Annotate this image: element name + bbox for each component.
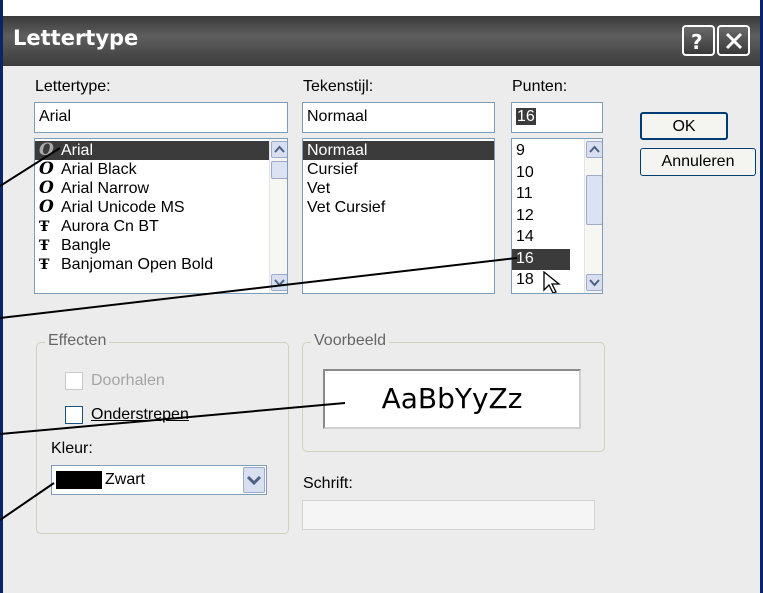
style-list-item[interactable]: Normaal [303, 141, 494, 160]
style-list-item[interactable]: Vet [303, 179, 494, 198]
strikethrough-label: Doorhalen [91, 372, 165, 389]
dialog-client: Lettertype: Arial O Arial O Arial Black OA… [3, 66, 760, 593]
opentype-icon: O [39, 178, 54, 198]
style-list-item[interactable]: Vet Cursief [303, 198, 494, 217]
scroll-thumb[interactable] [586, 175, 602, 225]
size-list-scrollbar[interactable] [584, 139, 602, 293]
scroll-up-button[interactable] [586, 141, 602, 158]
color-label: Kleur: [51, 440, 93, 457]
dialog-title: Lettertype [13, 26, 139, 50]
font-list-scrollbar[interactable] [269, 139, 287, 293]
style-input[interactable]: Normaal [302, 102, 495, 133]
script-label: Schrift: [303, 475, 353, 492]
font-list-item[interactable]: O Arial Unicode MS [35, 198, 287, 217]
color-select[interactable]: Zwart [51, 465, 267, 495]
truetype-icon: Ŧ [39, 238, 50, 254]
preview-sample: AaBbYyZz [323, 369, 581, 429]
script-select[interactable] [302, 500, 595, 530]
chevron-down-icon [246, 475, 262, 486]
size-list[interactable]: 9 10 11 12 14 16 18 [511, 138, 603, 294]
font-input[interactable]: Arial [34, 102, 288, 133]
size-list-item[interactable]: 9 [512, 141, 570, 163]
cancel-button[interactable]: Annuleren [640, 148, 756, 176]
help-icon: ? [691, 30, 703, 52]
underline-label: Onderstrepen [91, 406, 189, 423]
close-button[interactable] [717, 25, 750, 56]
size-list-item[interactable]: 11 [512, 184, 570, 206]
truetype-icon: Ŧ [39, 257, 50, 273]
font-list-item[interactable]: O Arial Narrow [35, 179, 287, 198]
font-list-item[interactable]: Ŧ Banjoman Open Bold [35, 255, 287, 274]
opentype-icon: O [39, 197, 54, 217]
size-list-item[interactable]: 10 [512, 163, 570, 185]
color-select-value: Zwart [105, 471, 145, 488]
chevron-up-icon [589, 145, 600, 153]
scroll-down-button[interactable] [586, 274, 602, 291]
help-button[interactable]: ? [682, 25, 715, 56]
font-list-item[interactable]: O Arial Black [35, 160, 287, 179]
underline-checkbox[interactable] [65, 406, 83, 424]
style-list-item[interactable]: Cursief [303, 160, 494, 179]
preview-title: Voorbeeld [311, 332, 390, 350]
style-label: Tekenstijl: [303, 78, 374, 95]
size-input[interactable]: 16 [511, 102, 603, 133]
effects-title: Effecten [45, 332, 110, 350]
font-list-item[interactable]: O Arial [35, 141, 287, 160]
chevron-down-icon [274, 279, 285, 287]
preview-group: Voorbeeld AaBbYyZz [302, 332, 605, 452]
size-list-item[interactable]: 16 [512, 248, 570, 270]
strikethrough-checkbox[interactable] [65, 372, 83, 390]
size-list-item[interactable]: 12 [512, 206, 570, 228]
style-list[interactable]: Normaal Cursief Vet Vet Cursief [302, 138, 495, 294]
svg-text:?: ? [691, 30, 703, 52]
truetype-icon: Ŧ [39, 219, 50, 235]
font-list-item[interactable]: Ŧ Aurora Cn BT [35, 217, 287, 236]
scroll-down-button[interactable] [271, 274, 287, 291]
opentype-icon: O [39, 159, 54, 179]
font-dialog: Lettertype ? Lettertype: Arial O Arial OA… [0, 0, 763, 593]
color-dropdown-button[interactable] [243, 467, 265, 493]
color-swatch [56, 471, 102, 489]
mouse-cursor-icon [543, 271, 561, 293]
size-input-value: 16 [516, 108, 536, 125]
scroll-thumb[interactable] [271, 161, 287, 179]
ok-button[interactable]: OK [640, 112, 728, 140]
font-label: Lettertype: [35, 78, 111, 95]
size-label: Punten: [512, 78, 568, 95]
title-bar[interactable]: Lettertype ? [3, 16, 760, 66]
font-list-item[interactable]: Ŧ Bangle [35, 236, 287, 255]
close-icon [725, 32, 743, 50]
chevron-up-icon [274, 145, 285, 153]
size-list-item[interactable]: 14 [512, 227, 570, 249]
font-list[interactable]: O Arial O Arial Black O Arial Narrow O Arial… [34, 138, 288, 294]
chevron-down-icon [589, 279, 600, 287]
scroll-up-button[interactable] [271, 141, 287, 158]
effects-group: Effecten Doorhalen Onderstrepen Kleur: Z… [36, 332, 289, 534]
